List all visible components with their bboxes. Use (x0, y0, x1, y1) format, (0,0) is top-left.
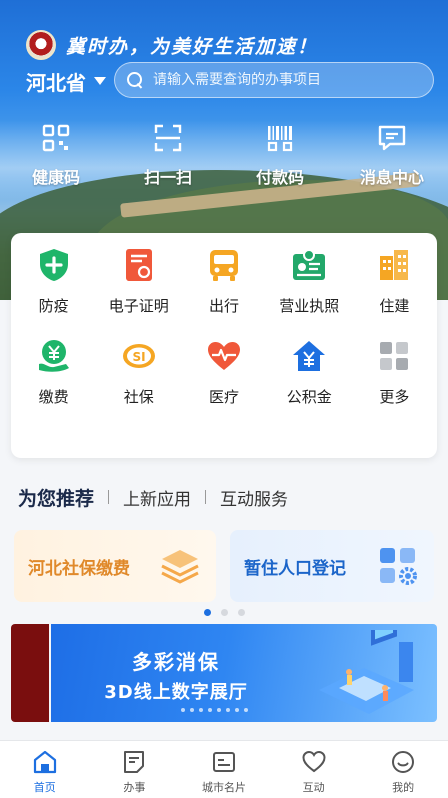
service-more[interactable]: 更多 (352, 338, 437, 407)
service-label: 防疫 (38, 297, 69, 315)
tab-divider (108, 490, 110, 504)
service-label: 公积金 (286, 388, 332, 406)
status-bar (0, 0, 448, 24)
epidemic-shield-icon (39, 249, 68, 281)
carousel-dot[interactable] (237, 609, 245, 616)
payment-icon (38, 340, 69, 372)
prev-banner-edge[interactable] (11, 624, 49, 722)
quick-actions: 健康码 扫一扫 付款码 消息中心 (0, 122, 448, 192)
more-grid-icon (380, 342, 409, 370)
region-label: 河北省 (26, 70, 86, 95)
slogan-row: 冀时办，为美好生活加速！ (26, 30, 318, 60)
search-input[interactable] (153, 72, 413, 88)
service-label: 更多 (379, 388, 410, 406)
nav-city-card[interactable]: 城市名片 (179, 741, 269, 798)
nav-affairs[interactable]: 办事 (90, 741, 180, 798)
document-icon (124, 751, 145, 773)
carousel-dot[interactable] (203, 609, 211, 616)
slogan-text: 冀时办，为美好生活加速！ (66, 35, 319, 58)
service-card: 防疫 电子证明 出行 营业执照 住建 缴费 SI 社保 医疗 公积金 更多 (11, 233, 437, 458)
quick-action-scan[interactable]: 扫一扫 (112, 122, 224, 192)
housing-fund-icon (293, 341, 326, 371)
heart-outline-icon (302, 750, 326, 773)
promo-temporary-resident-registration[interactable]: 暂住人口登记 (230, 530, 434, 602)
quick-action-label: 健康码 (31, 168, 80, 187)
nav-mine[interactable]: 我的 (358, 741, 448, 798)
promo-label: 河北社保缴费 (28, 558, 130, 579)
nav-label: 互动 (302, 781, 325, 794)
smile-icon (392, 751, 415, 773)
scan-icon (154, 124, 182, 152)
quick-action-payment-code[interactable]: 付款码 (224, 122, 336, 192)
search-icon (127, 72, 143, 88)
service-epidemic[interactable]: 防疫 (11, 247, 96, 316)
recommend-tabs: 为您推荐 上新应用 互动服务 (18, 482, 288, 512)
svg-text:SI: SI (132, 350, 145, 364)
search-bar[interactable] (114, 62, 434, 98)
service-business-license[interactable]: 营业执照 (267, 247, 352, 316)
service-label: 缴费 (38, 388, 69, 406)
city-card-icon (212, 752, 235, 772)
service-label: 住建 (379, 297, 410, 315)
isometric-exhibition-illustration (319, 630, 414, 714)
service-label: 电子证明 (108, 297, 169, 315)
nav-label: 首页 (33, 781, 56, 794)
service-label: 出行 (208, 297, 239, 315)
service-housing-construction[interactable]: 住建 (352, 247, 437, 316)
service-travel[interactable]: 出行 (181, 247, 266, 316)
promo-label: 暂住人口登记 (244, 558, 346, 579)
service-social-security[interactable]: SI 社保 (96, 338, 181, 407)
payment-code-icon (267, 126, 293, 152)
service-grid: 防疫 电子证明 出行 营业执照 住建 缴费 SI 社保 医疗 公积金 更多 (11, 247, 437, 407)
bus-icon (209, 250, 238, 281)
social-security-icon: SI (122, 344, 155, 368)
home-icon (33, 750, 56, 774)
stack-layers-icon (161, 550, 199, 584)
region-selector[interactable]: 河北省 (26, 66, 106, 96)
health-code-icon (42, 124, 70, 152)
carousel-indicator (0, 609, 448, 616)
banner-title: 多彩消保 (132, 650, 220, 674)
quick-action-label: 付款码 (255, 168, 304, 187)
nav-label: 城市名片 (201, 781, 246, 794)
tab-new-apps[interactable]: 上新应用 (123, 485, 191, 510)
quick-action-label: 扫一扫 (143, 168, 192, 187)
promo-banner[interactable]: 多彩消保 3D线上数字展厅 (51, 624, 437, 722)
service-label: 营业执照 (279, 297, 340, 315)
app-logo (26, 30, 56, 60)
quick-action-message-center[interactable]: 消息中心 (336, 122, 448, 192)
nav-home[interactable]: 首页 (0, 741, 90, 798)
service-medical[interactable]: 医疗 (181, 338, 266, 407)
quick-action-label: 消息中心 (359, 168, 424, 187)
quick-action-health-code[interactable]: 健康码 (0, 122, 112, 192)
service-e-certificate[interactable]: 电子证明 (96, 247, 181, 316)
nav-label: 办事 (123, 781, 146, 794)
caret-down-icon (94, 77, 106, 85)
carousel-dot[interactable] (220, 609, 228, 616)
tab-interactive-services[interactable]: 互动服务 (220, 485, 288, 510)
banner-subtitle: 3D线上数字展厅 (104, 682, 248, 703)
bottom-nav: 首页 办事 城市名片 互动 我的 (0, 740, 448, 798)
certificate-icon (125, 249, 152, 281)
message-icon (378, 125, 406, 151)
nav-interact[interactable]: 互动 (269, 741, 359, 798)
nav-label: 我的 (392, 781, 415, 794)
tab-recommend[interactable]: 为您推荐 (18, 484, 94, 511)
promo-social-security-payment[interactable]: 河北社保缴费 (14, 530, 216, 602)
service-label: 医疗 (208, 388, 239, 406)
building-icon (380, 250, 409, 280)
heart-icon (207, 342, 240, 370)
service-payment[interactable]: 缴费 (11, 338, 96, 407)
service-label: 社保 (123, 388, 154, 406)
service-housing-fund[interactable]: 公积金 (267, 338, 352, 407)
license-icon (293, 249, 326, 280)
apps-gear-icon (380, 548, 417, 585)
tab-divider (205, 490, 207, 504)
banner-decoration (181, 708, 248, 712)
